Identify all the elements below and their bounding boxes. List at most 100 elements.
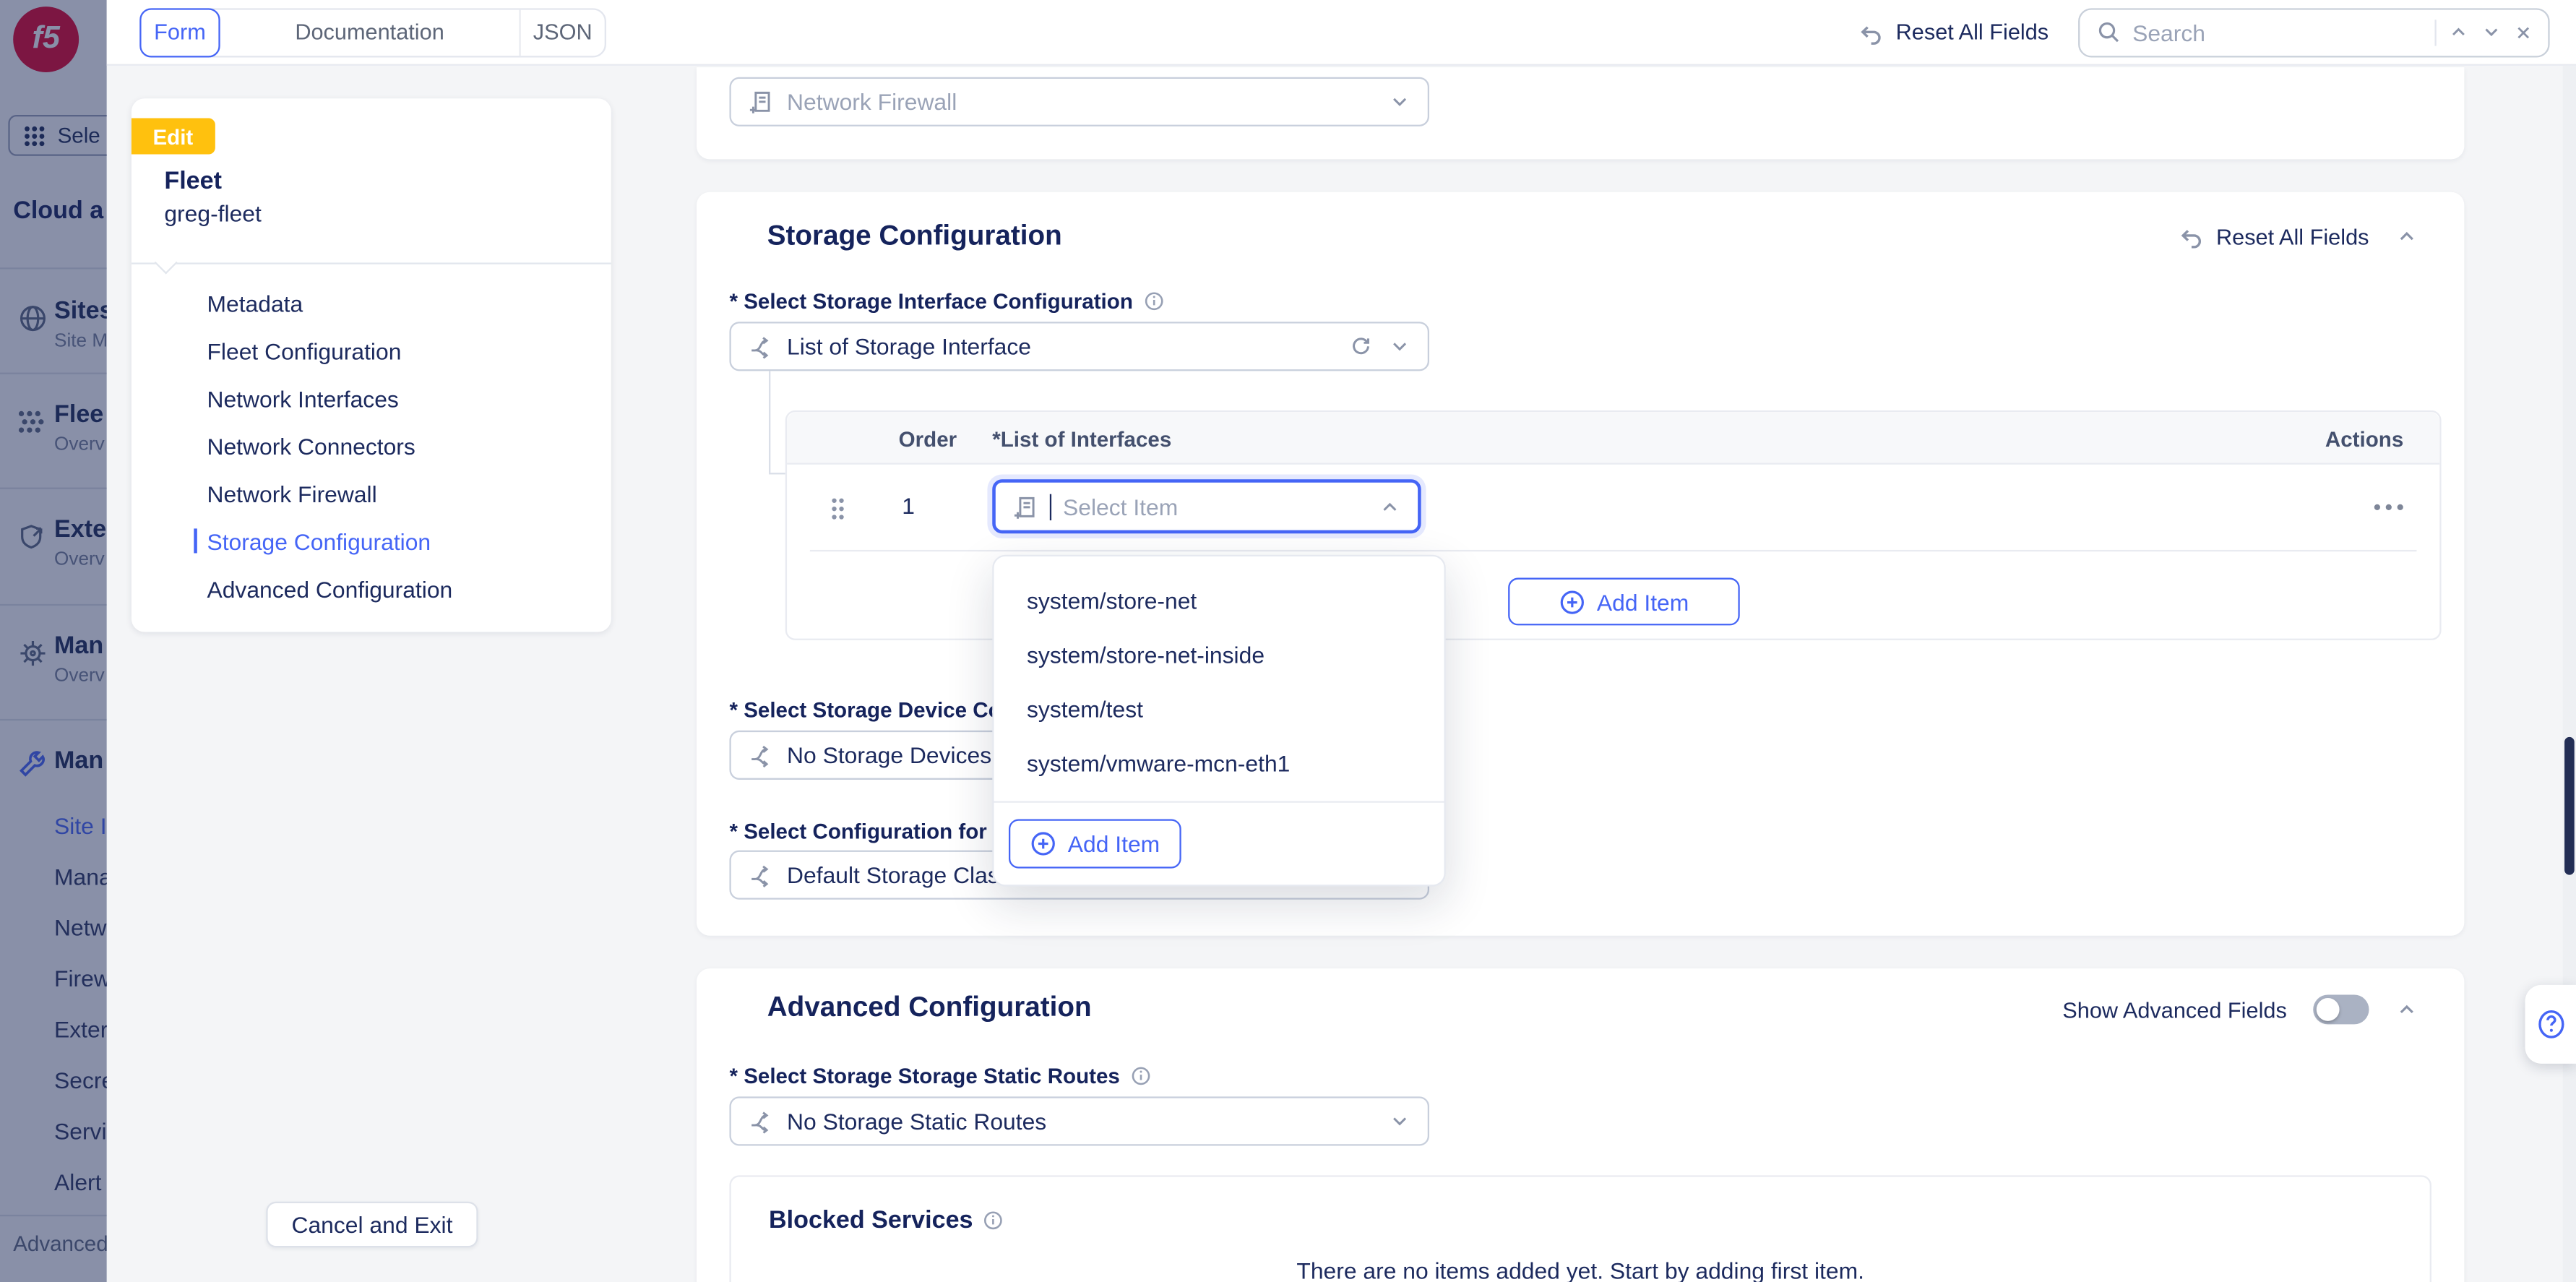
chevron-down-icon	[1388, 90, 1411, 113]
reset-all-fields-button[interactable]: Reset All Fields	[1858, 19, 2049, 45]
add-interface-row-button[interactable]: Add Item	[1508, 578, 1740, 626]
branch-choice-icon	[747, 742, 773, 768]
scrollbar-track	[2563, 66, 2576, 1282]
plus-circle-icon	[1030, 830, 1056, 856]
search-clear-icon[interactable]	[2514, 22, 2533, 42]
search-next-icon[interactable]	[2481, 22, 2502, 43]
search-input[interactable]	[2132, 19, 2423, 45]
info-icon[interactable]	[1130, 1065, 1152, 1087]
popover-add-item-button[interactable]: Add Item	[1009, 819, 1181, 868]
step-advanced-configuration[interactable]: Advanced Configuration	[132, 564, 611, 612]
blocked-services-title-text: Blocked Services	[769, 1207, 973, 1235]
object-name: greg-fleet	[164, 200, 261, 226]
wizard-nav-card: Edit Fleet greg-fleet Metadata Fleet Con…	[132, 98, 611, 632]
step-network-firewall[interactable]: Network Firewall	[132, 470, 611, 517]
chevron-down-icon	[1388, 1110, 1411, 1133]
modal-dim-overlay	[0, 0, 107, 1282]
search-prev-icon[interactable]	[2448, 22, 2470, 43]
toggle-knob	[2317, 998, 2340, 1021]
storage-interface-select-value: List of Storage Interface	[787, 333, 1031, 359]
storage-reset-all-fields-label: Reset All Fields	[2216, 224, 2369, 249]
network-firewall-select[interactable]: Network Firewall	[729, 77, 1429, 126]
row-order-value: 1	[902, 492, 915, 518]
search-icon	[2096, 20, 2121, 44]
plus-circle-icon	[1559, 588, 1585, 614]
popover-add-item-label: Add Item	[1068, 830, 1160, 856]
wizard-steps: Metadata Fleet Configuration Network Int…	[132, 279, 611, 612]
column-order: Order	[899, 412, 957, 465]
divider	[132, 262, 611, 264]
tab-documentation[interactable]: Documentation	[220, 9, 520, 55]
option-test[interactable]: system/test	[994, 681, 1444, 736]
text-cursor	[1050, 494, 1051, 520]
chevron-down-notch	[155, 251, 178, 274]
network-firewall-select-placeholder: Network Firewall	[787, 89, 957, 115]
question-mark-icon	[2534, 1008, 2567, 1041]
static-routes-label-text: * Select Storage Storage Static Routes	[729, 1064, 1119, 1088]
column-list-of-interfaces: *List of Interfaces	[992, 412, 1171, 465]
chevron-up-icon	[1379, 495, 1402, 518]
cancel-and-exit-button[interactable]: Cancel and Exit	[266, 1202, 478, 1248]
collapse-section-icon[interactable]	[2395, 225, 2418, 248]
interface-select-combobox[interactable]: Select Item	[992, 479, 1421, 533]
storage-configuration-card: Storage Configuration Reset All Fields *…	[697, 192, 2464, 936]
option-vmware-mcn-eth1[interactable]: system/vmware-mcn-eth1	[994, 736, 1444, 790]
storage-class-label: * Select Configuration for St	[729, 819, 1014, 843]
drag-handle-icon[interactable]	[830, 496, 846, 522]
tab-form[interactable]: Form	[139, 7, 220, 56]
help-button[interactable]	[2525, 985, 2576, 1064]
storage-reset-all-fields-button[interactable]: Reset All Fields	[2179, 223, 2369, 249]
row-more-actions-button[interactable]	[2374, 504, 2403, 510]
form-topbar: Form Documentation JSON Reset All Fields	[107, 0, 2576, 66]
select-item-icon	[747, 89, 773, 115]
object-type: Fleet	[164, 168, 222, 196]
option-store-net[interactable]: system/store-net	[994, 573, 1444, 627]
show-advanced-fields-toggle[interactable]	[2313, 994, 2369, 1024]
view-tabs: Form Documentation JSON	[139, 7, 606, 56]
storage-device-select-value: No Storage Devices	[787, 742, 991, 768]
storage-class-label-text: * Select Configuration for St	[729, 819, 1014, 843]
storage-interface-select[interactable]: List of Storage Interface	[729, 322, 1429, 371]
advanced-section-title: Advanced Configuration	[767, 991, 1092, 1024]
interfaces-table-header: Order *List of Interfaces Actions	[787, 412, 2439, 465]
show-advanced-fields-label: Show Advanced Fields	[2062, 997, 2287, 1022]
connector-line	[769, 371, 770, 473]
collapse-section-icon[interactable]	[2395, 998, 2418, 1021]
interface-options-popover: system/store-net system/store-net-inside…	[992, 555, 1446, 887]
step-metadata[interactable]: Metadata	[132, 279, 611, 327]
search-box	[2078, 7, 2550, 56]
storage-interface-label: * Select Storage Interface Configuration	[729, 289, 1164, 314]
divider	[2434, 19, 2436, 45]
storage-class-select-value: Default Storage Clas	[787, 862, 999, 888]
info-icon[interactable]	[983, 1210, 1004, 1231]
option-store-net-inside[interactable]: system/store-net-inside	[994, 627, 1444, 681]
branch-choice-icon	[747, 862, 773, 888]
step-network-connectors[interactable]: Network Connectors	[132, 422, 611, 470]
step-fleet-configuration[interactable]: Fleet Configuration	[132, 327, 611, 374]
column-actions: Actions	[2325, 412, 2403, 465]
tab-json[interactable]: JSON	[519, 9, 604, 55]
step-network-interfaces[interactable]: Network Interfaces	[132, 374, 611, 422]
edit-badge: Edit	[132, 119, 215, 155]
static-routes-select[interactable]: No Storage Static Routes	[729, 1096, 1429, 1145]
branch-choice-icon	[747, 1108, 773, 1134]
static-routes-select-value: No Storage Static Routes	[787, 1108, 1046, 1134]
divider	[810, 550, 2417, 551]
branch-choice-icon	[747, 333, 773, 359]
divider	[994, 801, 1444, 802]
reset-all-fields-label: Reset All Fields	[1896, 20, 2049, 44]
step-storage-configuration[interactable]: Storage Configuration	[132, 517, 611, 565]
undo-icon	[2179, 223, 2205, 249]
network-firewall-card: Network Firewall	[697, 67, 2464, 159]
connector-line	[769, 473, 785, 474]
scrollbar-thumb[interactable]	[2564, 737, 2575, 875]
info-icon[interactable]	[1143, 291, 1165, 312]
interface-select-placeholder: Select Item	[1063, 494, 1178, 520]
storage-device-label: * Select Storage Device Con	[729, 697, 1014, 722]
refresh-icon[interactable]	[1349, 335, 1372, 358]
undo-icon	[1858, 19, 1884, 45]
storage-interface-label-text: * Select Storage Interface Configuration	[729, 289, 1132, 314]
static-routes-label: * Select Storage Storage Static Routes	[729, 1064, 1151, 1088]
chevron-down-icon	[1388, 335, 1411, 358]
storage-device-label-text: * Select Storage Device Con	[729, 697, 1014, 722]
